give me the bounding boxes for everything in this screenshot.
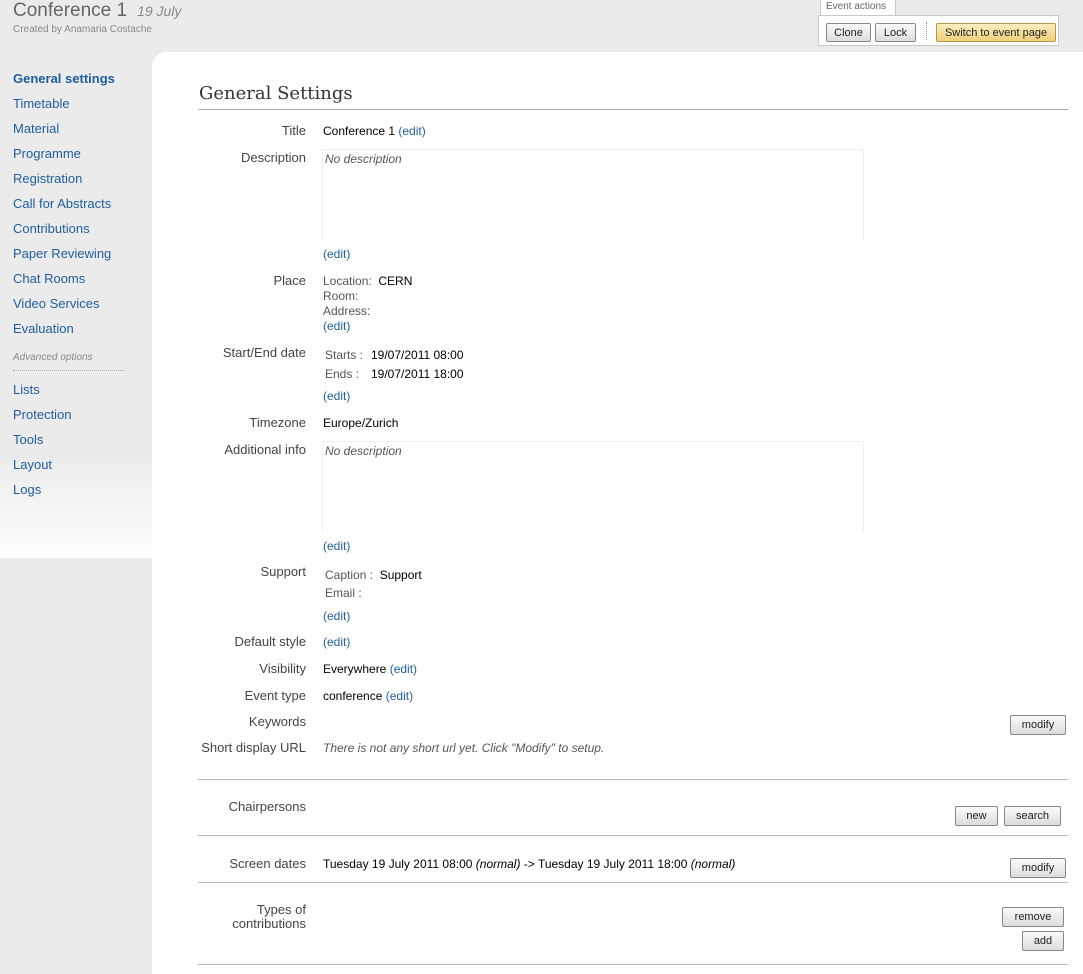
- sidebar-item-layout[interactable]: Layout: [13, 457, 52, 472]
- screen-dates-label: Screen dates: [229, 856, 306, 871]
- starts-value: 19/07/2011 08:00: [371, 348, 464, 362]
- section-title-rule: [198, 109, 1068, 110]
- additional-info-label: Additional info: [224, 442, 306, 457]
- screen-dates-value: Tuesday 19 July 2011 08:00 (normal) -> T…: [323, 857, 735, 871]
- place-location: Location: CERN: [323, 274, 412, 288]
- support-caption: Caption : Support: [325, 568, 422, 582]
- page-title: Conference 1 19 July: [13, 0, 181, 22]
- section-title: General Settings: [199, 83, 353, 104]
- ends-value: 19/07/2011 18:00: [371, 367, 464, 381]
- location-value: CERN: [378, 274, 413, 288]
- chairpersons-search-button[interactable]: search: [1004, 806, 1061, 826]
- start-end-date-label: Start/End date: [222, 345, 306, 360]
- sidebar-item-logs[interactable]: Logs: [13, 482, 41, 497]
- description-text: No description: [325, 152, 402, 166]
- advanced-options-label: Advanced options: [13, 352, 93, 363]
- screen-arrow: ->: [523, 857, 535, 871]
- place-edit-link[interactable]: (edit): [323, 319, 350, 333]
- title-edit-link[interactable]: (edit): [398, 124, 425, 138]
- sidebar-item-video-services[interactable]: Video Services: [13, 296, 99, 311]
- email-label: Email :: [325, 586, 362, 600]
- event-actions-divider: [926, 22, 927, 40]
- screen-dates-modify-button[interactable]: modify: [1010, 858, 1066, 878]
- additional-info-edit-link[interactable]: (edit): [323, 539, 350, 553]
- chairpersons-new-button[interactable]: new: [955, 806, 998, 826]
- section-divider: [198, 779, 1068, 780]
- clone-button[interactable]: Clone: [826, 23, 871, 42]
- sidebar-item-lists[interactable]: Lists: [13, 382, 40, 397]
- description-box: No description: [322, 149, 864, 240]
- sidebar-item-material[interactable]: Material: [13, 121, 59, 136]
- screen-start-mode: (normal): [475, 857, 521, 871]
- additional-info-box: No description: [322, 441, 864, 532]
- default-style-edit-link[interactable]: (edit): [323, 635, 350, 649]
- section-divider: [198, 835, 1068, 836]
- advanced-options-divider: [13, 370, 125, 371]
- event-actions-tab: Event actions: [820, 0, 896, 15]
- switch-to-event-page-button[interactable]: Switch to event page: [936, 23, 1056, 42]
- lock-button[interactable]: Lock: [875, 23, 916, 42]
- support-label: Support: [260, 564, 306, 579]
- short-url-value: There is not any short url yet. Click "M…: [323, 741, 605, 755]
- sidebar-item-timetable[interactable]: Timetable: [13, 96, 70, 111]
- screen-end-mode: (normal): [690, 857, 736, 871]
- additional-info-text: No description: [325, 444, 402, 458]
- event-type-label: Event type: [244, 688, 306, 703]
- types-add-button[interactable]: add: [1022, 931, 1064, 951]
- keywords-modify-button[interactable]: modify: [1010, 715, 1066, 735]
- sidebar-item-paper-reviewing[interactable]: Paper Reviewing: [13, 246, 111, 261]
- chairpersons-label: Chairpersons: [228, 799, 306, 814]
- sidebar-item-contributions[interactable]: Contributions: [13, 221, 90, 236]
- support-edit-link[interactable]: (edit): [323, 609, 350, 623]
- address-label: Address:: [323, 304, 371, 318]
- description-edit-link[interactable]: (edit): [323, 247, 350, 261]
- section-divider: [198, 882, 1068, 883]
- dates-edit-link[interactable]: (edit): [323, 389, 350, 403]
- place-label: Place: [273, 273, 306, 288]
- sidebar-item-chat-rooms[interactable]: Chat Rooms: [13, 271, 85, 286]
- room-label: Room:: [323, 289, 359, 303]
- event-type-edit-link[interactable]: (edit): [386, 689, 413, 703]
- event-type-value: conference (edit): [323, 689, 413, 703]
- screen-end: Tuesday 19 July 2011 18:00: [537, 857, 688, 871]
- title-value: Conference 1 (edit): [323, 124, 426, 138]
- default-style-label: Default style: [234, 634, 306, 649]
- title-text: Conference 1: [323, 124, 396, 138]
- keywords-label: Keywords: [248, 714, 306, 729]
- sidebar-item-programme[interactable]: Programme: [13, 146, 81, 161]
- event-date: 19 July: [137, 3, 182, 19]
- sidebar-item-general-settings[interactable]: General settings: [13, 71, 115, 86]
- visibility-edit-link[interactable]: (edit): [390, 662, 417, 676]
- location-label: Location:: [323, 274, 372, 288]
- section-divider: [198, 964, 1068, 965]
- timezone-label: Timezone: [249, 415, 306, 430]
- created-by: Created by Anamaria Costache: [13, 24, 152, 35]
- starts-label: Starts :: [325, 348, 364, 362]
- description-label: Description: [240, 150, 306, 165]
- visibility-label: Visibility: [259, 661, 306, 676]
- event-type-text: conference: [323, 689, 383, 703]
- short-url-label: Short display URL: [201, 740, 306, 755]
- event-title: Conference 1: [13, 0, 128, 21]
- types-remove-button[interactable]: remove: [1002, 907, 1064, 927]
- screen-start: Tuesday 19 July 2011 08:00: [323, 857, 473, 871]
- sidebar-item-call-for-abstracts[interactable]: Call for Abstracts: [13, 196, 111, 211]
- title-label: Title: [281, 123, 306, 138]
- visibility-text: Everywhere: [323, 662, 387, 676]
- caption-label: Caption :: [325, 568, 374, 582]
- visibility-value: Everywhere (edit): [323, 662, 417, 676]
- sidebar-item-tools[interactable]: Tools: [13, 432, 43, 447]
- types-of-contributions-label: Types of contributions: [232, 902, 306, 931]
- sidebar-item-evaluation[interactable]: Evaluation: [13, 321, 74, 336]
- ends-label: Ends :: [325, 367, 360, 381]
- sidebar-item-protection[interactable]: Protection: [13, 407, 72, 422]
- sidebar-item-registration[interactable]: Registration: [13, 171, 82, 186]
- timezone-value: Europe/Zurich: [323, 416, 399, 430]
- caption-value: Support: [379, 568, 422, 582]
